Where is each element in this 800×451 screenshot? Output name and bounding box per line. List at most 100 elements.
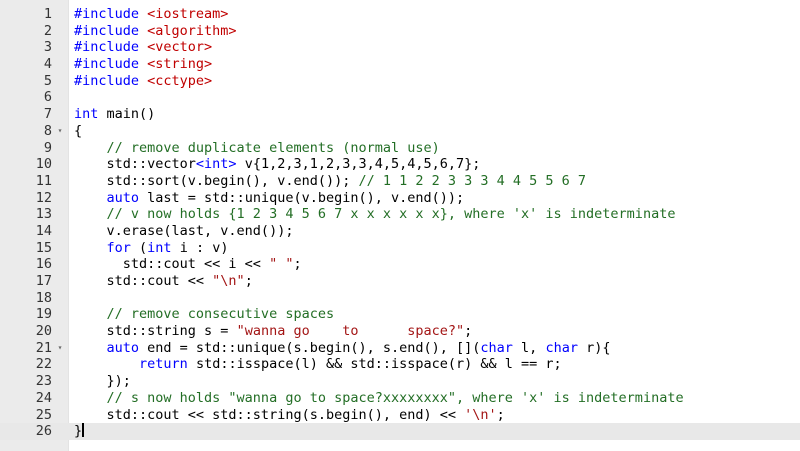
code-line[interactable]: 10 std::vector<int> v{1,2,3,1,2,3,3,4,5,… <box>0 156 800 173</box>
line-number: 12 <box>35 189 52 206</box>
line-number: 10 <box>35 156 52 173</box>
line-number: 15 <box>35 239 52 256</box>
code-token: // s now holds "wanna go to space?xxxxxx… <box>74 389 684 406</box>
code-line[interactable]: 26} <box>0 423 800 440</box>
code-text: for (int i : v) <box>74 239 229 257</box>
code-token: <int> <box>195 156 237 173</box>
code-text: #include <vector> <box>74 39 212 56</box>
line-number: 18 <box>35 289 52 306</box>
code-line[interactable]: 6 <box>0 89 800 106</box>
line-number: 3 <box>43 39 52 56</box>
line-number: 19 <box>35 306 52 323</box>
line-number: 21 <box>35 339 52 356</box>
code-line[interactable]: 13 // v now holds {1 2 3 4 5 6 7 x x x x… <box>0 206 800 223</box>
line-number: 14 <box>35 222 52 239</box>
code-line[interactable]: 24 // s now holds "wanna go to space?xxx… <box>0 390 800 407</box>
code-token: end = std::unique(s.begin(), s.end(), []… <box>139 339 481 356</box>
code-token: <iostream> <box>147 6 229 22</box>
code-token: { <box>74 122 83 139</box>
code-token: int <box>74 106 99 123</box>
line-number: 9 <box>43 139 52 156</box>
code-text: // v now holds {1 2 3 4 5 6 7 x x x x x … <box>74 206 676 223</box>
code-token: main() <box>98 106 156 123</box>
code-token: ; <box>464 323 473 340</box>
code-text: v.erase(last, v.end()); <box>74 223 294 240</box>
code-text: { <box>74 123 82 140</box>
code-token: std::vector <box>74 156 196 173</box>
code-text: }); <box>74 373 131 390</box>
code-text: #include <algorithm> <box>74 23 237 40</box>
code-line[interactable]: 11 std::sort(v.begin(), v.end()); // 1 1… <box>0 173 800 190</box>
code-text: #include <string> <box>74 56 212 73</box>
code-token: } <box>74 423 83 440</box>
code-line[interactable]: 21 ▾ auto end = std::unique(s.begin(), s.… <box>0 340 800 357</box>
line-number: 20 <box>35 323 52 340</box>
code-line[interactable]: 12 auto last = std::unique(v.begin(), v.… <box>0 190 800 207</box>
code-line[interactable]: 15 for (int i : v) <box>0 240 800 257</box>
code-line[interactable]: 14 v.erase(last, v.end()); <box>0 223 800 240</box>
code-line[interactable]: 2 #include <algorithm> <box>0 23 800 40</box>
code-line[interactable]: 23 }); <box>0 373 800 390</box>
code-text: std::cout << "\n"; <box>74 273 253 290</box>
code-line[interactable]: 8 ▾ { <box>0 123 800 140</box>
code-line[interactable]: 25 std::cout << std::string(s.begin(), e… <box>0 407 800 424</box>
line-number: 8 <box>43 122 52 139</box>
code-lines[interactable]: 1 #include <iostream> 2 #include <algorithm… <box>0 6 800 440</box>
code-text: } <box>74 423 85 440</box>
code-token: // remove consecutive spaces <box>74 306 335 323</box>
code-token: std::isspace(l) && std::isspace(r) && l … <box>187 356 562 373</box>
code-token: #include <box>74 39 148 56</box>
code-line[interactable]: 16 std::cout << i << " "; <box>0 256 800 273</box>
code-text: auto last = std::unique(v.begin(), v.end… <box>74 189 465 207</box>
code-token: v{1,2,3,1,2,3,3,4,5,4,5,6,7}; <box>236 156 481 173</box>
code-text: // remove duplicate elements (normal use… <box>74 140 440 157</box>
line-number: 24 <box>35 389 52 406</box>
code-line[interactable]: 7 int main() <box>0 106 800 123</box>
line-number: 1 <box>43 6 52 22</box>
code-text: // remove consecutive spaces <box>74 306 335 323</box>
code-line[interactable]: 1 #include <iostream> <box>0 6 800 23</box>
code-editor[interactable]: 1 #include <iostream> 2 #include <algorithm… <box>0 0 800 451</box>
code-token: <algorithm> <box>147 22 237 39</box>
line-number: 26 <box>35 423 52 440</box>
code-token: ; <box>293 256 302 273</box>
code-token: auto <box>106 339 140 356</box>
code-token: ( <box>130 239 148 256</box>
code-token: for <box>106 239 131 256</box>
line-number: 13 <box>35 206 52 223</box>
code-token: #include <box>74 72 148 89</box>
line-number: 25 <box>35 406 52 423</box>
code-text: #include <iostream> <box>74 6 228 23</box>
code-line[interactable]: 22 return std::isspace(l) && std::isspac… <box>0 356 800 373</box>
code-token: // 1 1 2 2 3 3 3 4 4 5 5 6 7 <box>358 172 587 189</box>
code-token: int <box>147 239 172 256</box>
code-text: #include <cctype> <box>74 73 212 90</box>
line-number: 4 <box>43 56 52 73</box>
code-token: auto <box>106 189 140 206</box>
code-text: int main() <box>74 106 155 123</box>
code-line[interactable]: 4 #include <string> <box>0 56 800 73</box>
code-line[interactable]: 3 #include <vector> <box>0 39 800 56</box>
code-line[interactable]: 5 #include <cctype> <box>0 73 800 90</box>
fold-toggle-icon[interactable]: ▾ <box>55 123 65 140</box>
line-number: 6 <box>43 89 52 106</box>
fold-toggle-icon[interactable]: ▾ <box>55 340 65 357</box>
code-text: // s now holds "wanna go to space?xxxxxx… <box>74 390 684 407</box>
code-line[interactable]: 17 std::cout << "\n"; <box>0 273 800 290</box>
code-text: std::vector<int> v{1,2,3,1,2,3,3,4,5,4,5… <box>74 156 481 173</box>
code-token: <vector> <box>147 39 213 56</box>
code-text: std::cout << i << " "; <box>74 256 302 273</box>
code-line[interactable]: 18 <box>0 290 800 307</box>
code-line[interactable]: 9 // remove duplicate elements (normal u… <box>0 140 800 157</box>
code-line[interactable]: 19 // remove consecutive spaces <box>0 306 800 323</box>
code-token: " " <box>269 256 294 273</box>
code-token: <string> <box>147 56 213 73</box>
line-number: 2 <box>43 22 52 39</box>
code-token: #include <box>74 22 148 39</box>
code-token: // v now holds {1 2 3 4 5 6 7 x x x x x … <box>74 206 676 223</box>
code-line[interactable]: 20 std::string s = "wanna go to space?"; <box>0 323 800 340</box>
code-token: std::string s = <box>74 323 237 340</box>
code-text: std::cout << std::string(s.begin(), end)… <box>74 407 505 424</box>
